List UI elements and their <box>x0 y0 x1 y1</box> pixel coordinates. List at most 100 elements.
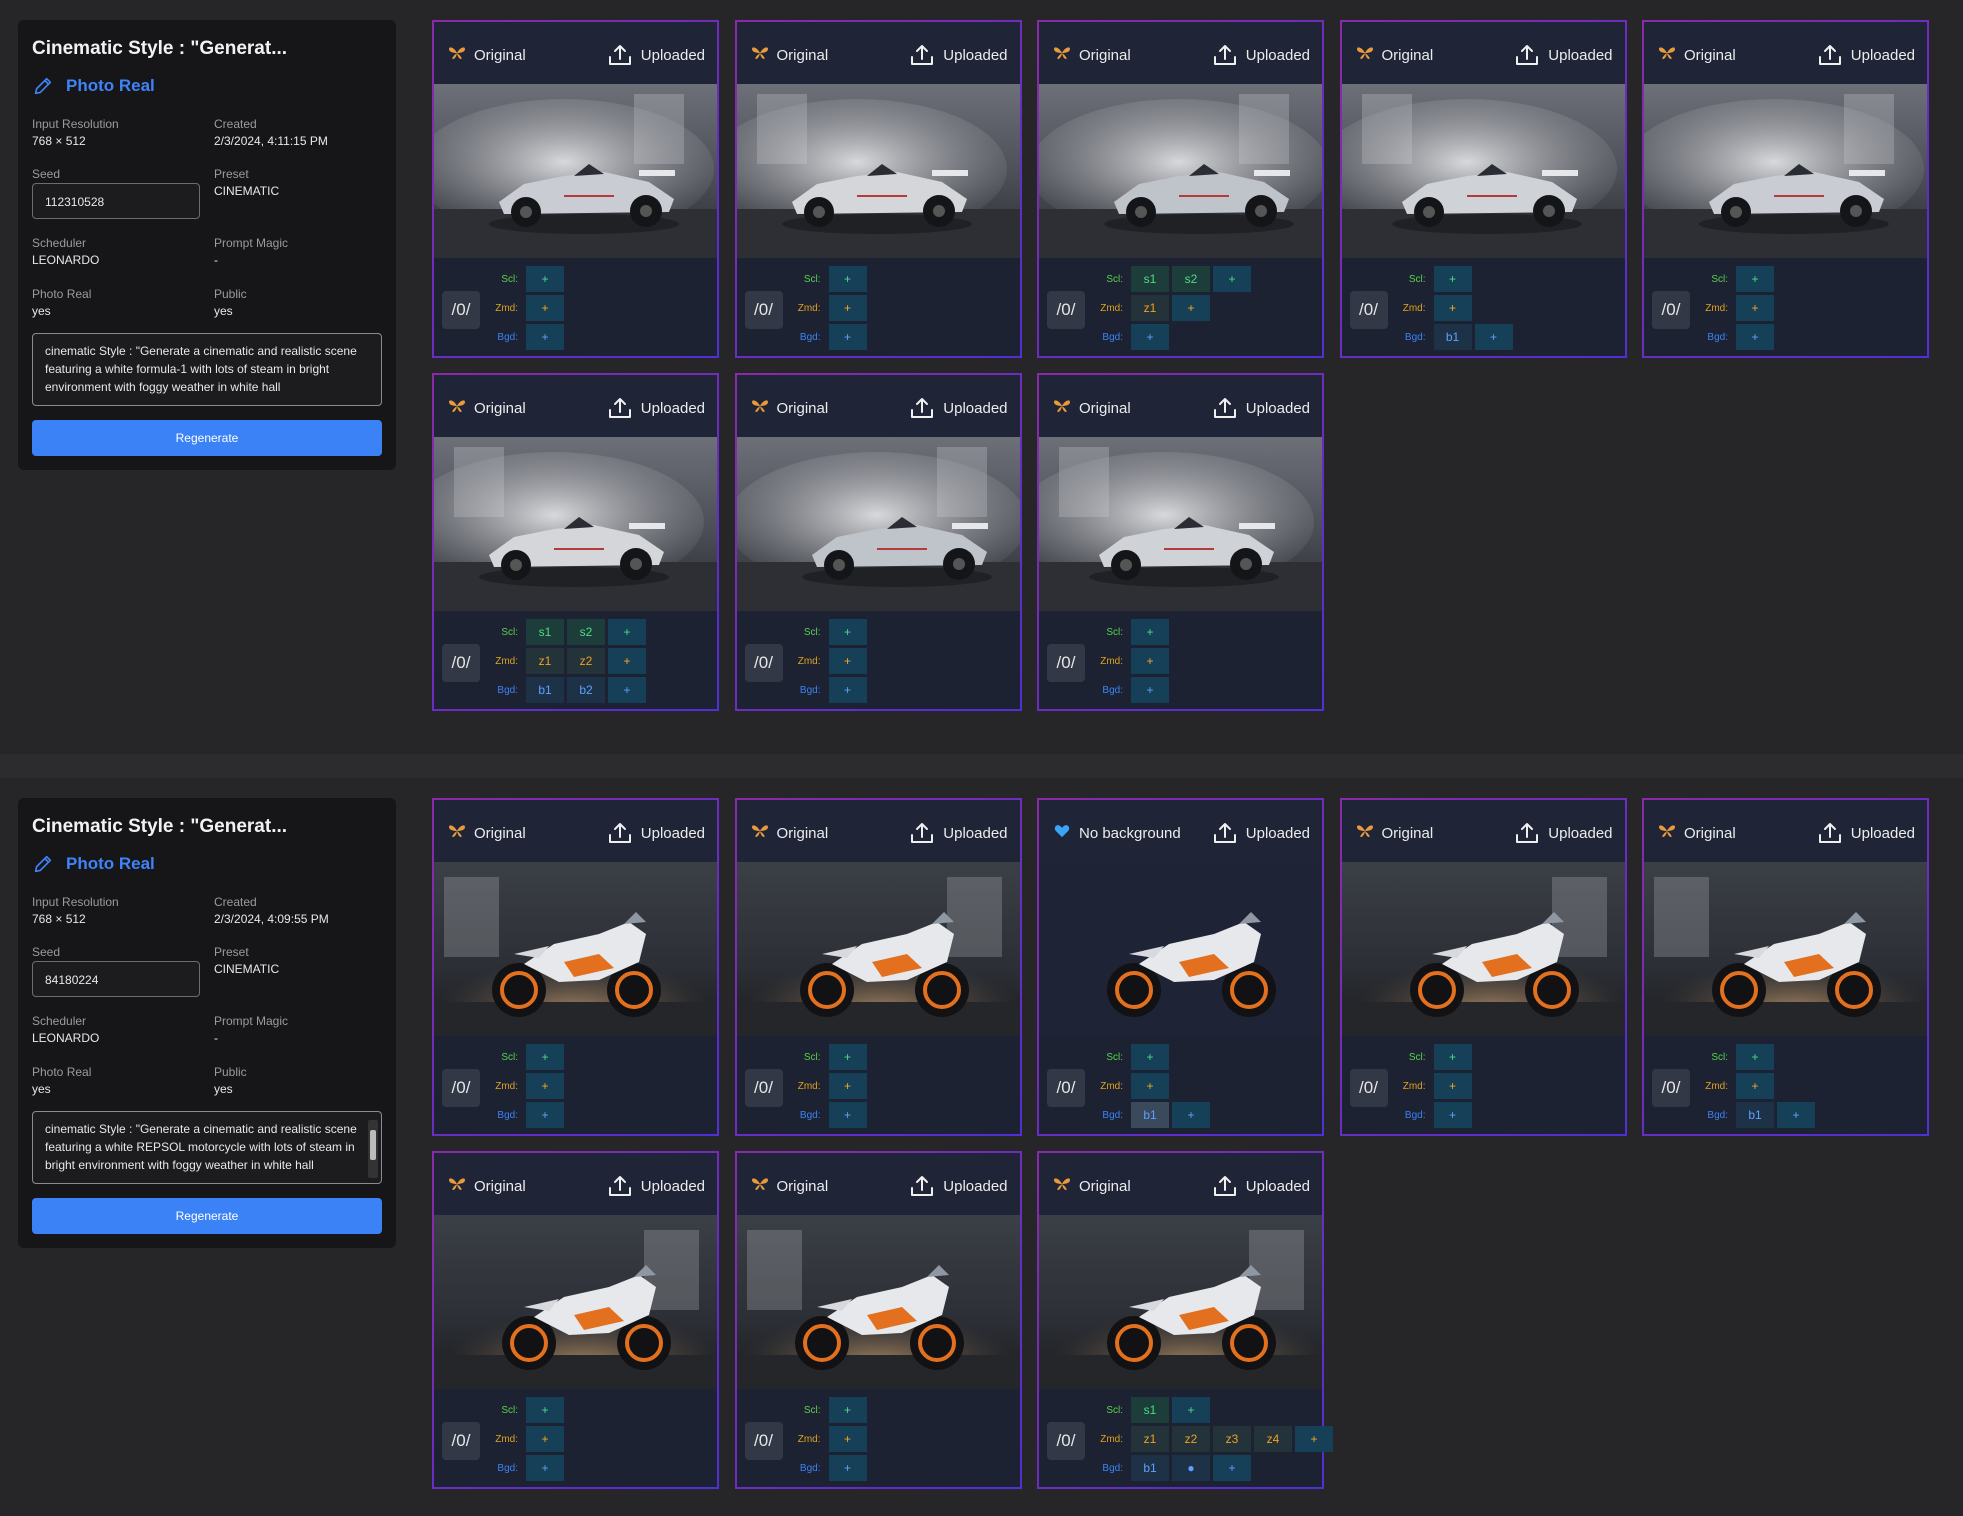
generated-image[interactable] <box>736 862 1020 1036</box>
uploaded-button[interactable]: Uploaded <box>1514 820 1613 846</box>
generated-image[interactable] <box>434 84 717 258</box>
zmd-add-button[interactable]: + <box>828 648 867 674</box>
uploaded-button[interactable]: Uploaded <box>909 820 1008 846</box>
uploaded-button[interactable]: Uploaded <box>909 395 1008 421</box>
zmd-add-button[interactable]: + <box>1736 1073 1774 1099</box>
uploaded-button[interactable]: Uploaded <box>1514 42 1613 68</box>
scl-add-button[interactable]: + <box>1172 1397 1210 1423</box>
zoom-button[interactable]: /0/ <box>442 1422 480 1460</box>
zoom-button[interactable]: /0/ <box>1047 1069 1085 1107</box>
zmd-variant-chip[interactable]: z2 <box>567 648 605 674</box>
bgd-variant-chip[interactable]: b1 <box>1736 1102 1774 1128</box>
seed-field[interactable]: 84180224 <box>32 961 200 997</box>
generated-image[interactable] <box>1039 437 1322 611</box>
bgd-add-button[interactable]: + <box>608 677 646 703</box>
generated-image[interactable] <box>1341 862 1625 1036</box>
bgd-add-button[interactable]: + <box>1131 677 1169 703</box>
generated-image[interactable] <box>434 1215 717 1389</box>
zoom-button[interactable]: /0/ <box>1047 1422 1085 1460</box>
scrollbar-thumb[interactable] <box>370 1130 376 1160</box>
scl-add-button[interactable]: + <box>1433 266 1472 292</box>
scl-add-button[interactable]: + <box>1736 1044 1774 1070</box>
image-card[interactable]: Original Uploaded /0/ Scl: + Zmd: + Bgd:… <box>735 1151 1022 1489</box>
seed-field[interactable]: 112310528 <box>32 183 200 219</box>
photo-real-link[interactable]: Photo Real <box>32 853 155 875</box>
bgd-add-button[interactable]: + <box>828 677 867 703</box>
image-card[interactable]: Original Uploaded /0/ Scl: s1 + Zmd: z1 … <box>1037 1151 1333 1489</box>
uploaded-button[interactable]: Uploaded <box>1817 42 1915 68</box>
uploaded-button[interactable]: Uploaded <box>1817 820 1915 846</box>
zoom-button[interactable]: /0/ <box>744 644 783 682</box>
generated-image[interactable] <box>1341 84 1625 258</box>
zmd-add-button[interactable]: + <box>526 295 564 321</box>
uploaded-button[interactable]: Uploaded <box>909 1173 1008 1199</box>
zoom-button[interactable]: /0/ <box>1652 291 1690 329</box>
image-card[interactable]: Original Uploaded /0/ Scl: + Zmd: + Bgd: + <box>1037 373 1324 711</box>
scl-variant-chip[interactable]: s2 <box>1172 266 1210 292</box>
scl-add-button[interactable]: + <box>526 1397 564 1423</box>
zoom-button[interactable]: /0/ <box>1047 644 1085 682</box>
uploaded-button[interactable]: Uploaded <box>607 395 705 421</box>
bgd-add-button[interactable]: + <box>828 1102 867 1128</box>
scl-add-button[interactable]: + <box>1213 266 1251 292</box>
zoom-button[interactable]: /0/ <box>1349 1069 1388 1107</box>
scl-add-button[interactable]: + <box>1736 266 1774 292</box>
scl-add-button[interactable]: + <box>828 1397 867 1423</box>
zoom-button[interactable]: /0/ <box>744 291 783 329</box>
image-card[interactable]: Original Uploaded /0/ Scl: s1 s2 + Zmd: z1 z2 +… <box>432 373 719 711</box>
scl-variant-chip[interactable]: s1 <box>1131 266 1169 292</box>
uploaded-button[interactable]: Uploaded <box>909 42 1008 68</box>
prompt-scrollbar[interactable] <box>368 1120 378 1178</box>
image-card[interactable]: No background Uploaded /0/ Scl: + Zmd: + Bgd… <box>1037 798 1324 1136</box>
zmd-add-button[interactable]: + <box>828 1073 867 1099</box>
zoom-button[interactable]: /0/ <box>744 1422 783 1460</box>
zmd-add-button[interactable]: + <box>1736 295 1774 321</box>
scl-add-button[interactable]: + <box>828 1044 867 1070</box>
zmd-add-button[interactable]: + <box>828 1426 867 1452</box>
zoom-button[interactable]: /0/ <box>1349 291 1388 329</box>
generated-image[interactable] <box>434 862 717 1036</box>
image-card[interactable]: Original Uploaded /0/ Scl: + Zmd: + Bgd: + <box>735 20 1022 358</box>
bgd-add-button[interactable]: + <box>526 324 564 350</box>
zmd-add-button[interactable]: + <box>1433 295 1472 321</box>
bgd-add-button[interactable]: + <box>828 1455 867 1481</box>
zoom-button[interactable]: /0/ <box>1652 1069 1690 1107</box>
scl-add-button[interactable]: + <box>526 266 564 292</box>
uploaded-button[interactable]: Uploaded <box>1212 42 1310 68</box>
uploaded-button[interactable]: Uploaded <box>607 1173 705 1199</box>
zmd-add-button[interactable]: + <box>1172 295 1210 321</box>
zmd-add-button[interactable]: + <box>1295 1426 1333 1452</box>
scl-add-button[interactable]: + <box>608 619 646 645</box>
generated-image[interactable] <box>1039 1215 1322 1389</box>
prompt-textarea[interactable]: cinematic Style : "Generate a cinematic … <box>32 333 382 406</box>
scl-variant-chip[interactable]: s1 <box>1131 1397 1169 1423</box>
generated-image[interactable] <box>736 84 1020 258</box>
image-card[interactable]: Original Uploaded /0/ Scl: + Zmd: + Bgd:… <box>1340 798 1627 1136</box>
scl-add-button[interactable]: + <box>1433 1044 1472 1070</box>
bgd-add-button[interactable]: + <box>1474 324 1513 350</box>
image-card[interactable]: Original Uploaded /0/ Scl: + Zmd: + Bgd:… <box>432 1151 719 1489</box>
regenerate-button[interactable]: Regenerate <box>32 420 382 456</box>
zmd-add-button[interactable]: + <box>608 648 646 674</box>
bgd-add-button[interactable]: + <box>828 324 867 350</box>
zmd-add-button[interactable]: + <box>526 1073 564 1099</box>
uploaded-button[interactable]: Uploaded <box>607 820 705 846</box>
prompt-textarea[interactable]: cinematic Style : "Generate a cinematic … <box>32 1111 382 1184</box>
bgd-add-button[interactable]: + <box>1777 1102 1815 1128</box>
uploaded-button[interactable]: Uploaded <box>1212 395 1310 421</box>
zoom-button[interactable]: /0/ <box>442 1069 480 1107</box>
photo-real-link[interactable]: Photo Real <box>32 75 155 97</box>
zmd-variant-chip[interactable]: z2 <box>1172 1426 1210 1452</box>
bgd-add-button[interactable]: + <box>1172 1102 1210 1128</box>
zmd-variant-chip[interactable]: z1 <box>526 648 564 674</box>
zmd-variant-chip[interactable]: z4 <box>1254 1426 1292 1452</box>
zmd-add-button[interactable]: + <box>1131 648 1169 674</box>
image-card[interactable]: Original Uploaded /0/ Scl: + Zmd: + Bgd: + <box>432 20 719 358</box>
generated-image[interactable] <box>1039 862 1322 1036</box>
bgd-add-button[interactable]: + <box>526 1102 564 1128</box>
zmd-add-button[interactable]: + <box>526 1426 564 1452</box>
uploaded-button[interactable]: Uploaded <box>607 42 705 68</box>
generated-image[interactable] <box>434 437 717 611</box>
bgd-variant-chip[interactable]: b1 <box>1131 1455 1169 1481</box>
scl-add-button[interactable]: + <box>828 266 867 292</box>
